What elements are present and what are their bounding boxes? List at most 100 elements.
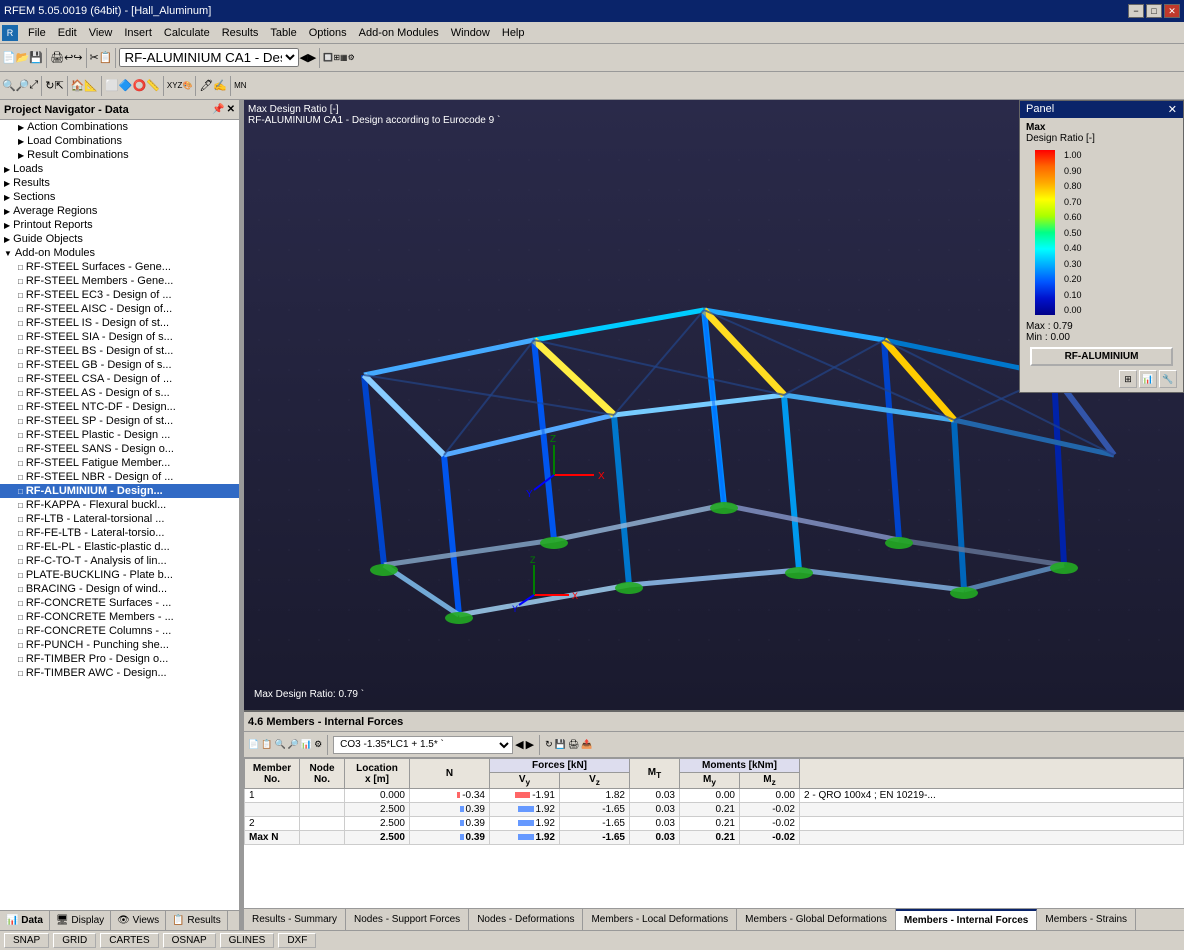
bottom-tab-members---global-deformations[interactable]: Members - Global Deformations: [737, 909, 896, 930]
tree-item-39[interactable]: □RF-TIMBER AWC - Design...: [0, 666, 239, 680]
tb2-btn-5[interactable]: ⇱: [54, 79, 63, 92]
nav-tab----display[interactable]: 🖥 Display: [50, 911, 111, 930]
menu-item-edit[interactable]: Edit: [52, 25, 83, 41]
table-tb-1[interactable]: 📄: [248, 739, 259, 750]
panel-icon-2[interactable]: 📊: [1139, 370, 1157, 388]
table-content[interactable]: MemberNo. NodeNo. Locationx [m] N Forces…: [244, 758, 1184, 908]
tree-item-2[interactable]: ▶Result Combinations: [0, 148, 239, 162]
tb2-btn-6[interactable]: 🏠: [71, 79, 85, 92]
tree-item-18[interactable]: □RF-STEEL CSA - Design of ...: [0, 372, 239, 386]
menu-item-add-on-modules[interactable]: Add-on Modules: [353, 25, 445, 41]
bottom-tab-results---summary[interactable]: Results - Summary: [244, 909, 346, 930]
tree-item-12[interactable]: □RF-STEEL EC3 - Design of ...: [0, 288, 239, 302]
tree-item-17[interactable]: □RF-STEEL GB - Design of s...: [0, 358, 239, 372]
undo-btn[interactable]: ↩: [64, 51, 73, 64]
tree-item-8[interactable]: ▶Guide Objects: [0, 232, 239, 246]
tree-item-38[interactable]: □RF-TIMBER Pro - Design o...: [0, 652, 239, 666]
bottom-tab-nodes---support-forces[interactable]: Nodes - Support Forces: [346, 909, 469, 930]
open-btn[interactable]: 📂: [16, 51, 30, 64]
tree-item-10[interactable]: □RF-STEEL Surfaces - Gene...: [0, 260, 239, 274]
bottom-tab-members---internal-forces[interactable]: Members - Internal Forces: [896, 909, 1037, 930]
tree-item-7[interactable]: ▶Printout Reports: [0, 218, 239, 232]
tree-item-6[interactable]: ▶Average Regions: [0, 204, 239, 218]
tree-item-9[interactable]: ▼Add-on Modules: [0, 246, 239, 260]
menu-item-help[interactable]: Help: [496, 25, 531, 41]
next-btn[interactable]: ▶: [308, 51, 316, 64]
panel-icon-1[interactable]: ⊞: [1119, 370, 1137, 388]
tb2-btn-13[interactable]: 🎨: [182, 81, 192, 90]
tree-item-33[interactable]: □BRACING - Design of wind...: [0, 582, 239, 596]
table-row-1[interactable]: 2.5000.391.92-1.650.030.21-0.02: [245, 803, 1184, 817]
tb2-btn-12[interactable]: XYZ: [167, 81, 183, 90]
tb-btn-7[interactable]: ▦: [340, 53, 348, 62]
nav-tab----data[interactable]: 📊 Data: [0, 911, 50, 930]
table-tb-9[interactable]: 🖨: [568, 739, 579, 750]
maximize-btn[interactable]: □: [1146, 4, 1162, 18]
tb2-btn-17[interactable]: N: [241, 81, 247, 90]
tb2-btn-14[interactable]: 🖊: [199, 79, 213, 92]
tree-item-23[interactable]: □RF-STEEL SANS - Design o...: [0, 442, 239, 456]
tb2-btn-4[interactable]: ↻: [45, 79, 54, 92]
tree-item-35[interactable]: □RF-CONCRETE Members - ...: [0, 610, 239, 624]
menu-item-options[interactable]: Options: [303, 25, 353, 41]
tree-item-29[interactable]: □RF-FE-LTB - Lateral-torsio...: [0, 526, 239, 540]
tree-item-21[interactable]: □RF-STEEL SP - Design of st...: [0, 414, 239, 428]
table-tb-2[interactable]: 📋: [261, 739, 272, 750]
tree-item-5[interactable]: ▶Sections: [0, 190, 239, 204]
new-btn[interactable]: 📄: [2, 51, 16, 64]
menu-item-calculate[interactable]: Calculate: [158, 25, 216, 41]
menu-item-insert[interactable]: Insert: [118, 25, 158, 41]
tree-item-25[interactable]: □RF-STEEL NBR - Design of ...: [0, 470, 239, 484]
bottom-tab-members---local-deformations[interactable]: Members - Local Deformations: [583, 909, 737, 930]
tree-item-4[interactable]: ▶Results: [0, 176, 239, 190]
tb-btn-8[interactable]: ⚙: [348, 53, 355, 62]
status-btn-cartes[interactable]: CARTES: [100, 933, 158, 948]
tb2-btn-11[interactable]: 📏: [146, 79, 160, 92]
tree-item-15[interactable]: □RF-STEEL SIA - Design of s...: [0, 330, 239, 344]
tree-item-28[interactable]: □RF-LTB - Lateral-torsional ...: [0, 512, 239, 526]
panel-icon-3[interactable]: 🔧: [1159, 370, 1177, 388]
table-row-3[interactable]: Max N2.5000.391.92-1.650.030.21-0.02: [245, 831, 1184, 845]
addon-combo[interactable]: RF-ALUMINIUM CA1 - Design accor...: [119, 48, 299, 67]
table-row-0[interactable]: 10.000-0.34-1.911.820.030.000.002 - QRO …: [245, 789, 1184, 803]
close-btn[interactable]: ✕: [1164, 4, 1180, 18]
tb2-btn-1[interactable]: 🔍: [2, 79, 16, 92]
table-tb-5[interactable]: 📊: [301, 739, 312, 750]
tree-item-3[interactable]: ▶Loads: [0, 162, 239, 176]
tb-btn-6[interactable]: ⊞: [333, 53, 340, 62]
table-prev-btn[interactable]: ◀: [515, 738, 523, 751]
tree-item-30[interactable]: □RF-EL-PL - Elastic-plastic d...: [0, 540, 239, 554]
tree-item-26[interactable]: □RF-ALUMINIUM - Design...: [0, 484, 239, 498]
table-tb-6[interactable]: ⚙: [314, 739, 322, 750]
tb-btn-3[interactable]: ✂: [90, 51, 99, 64]
redo-btn[interactable]: ↪: [73, 51, 82, 64]
menu-item-table[interactable]: Table: [264, 25, 302, 41]
tb2-btn-7[interactable]: 📐: [84, 79, 98, 92]
bottom-tab-nodes---deformations[interactable]: Nodes - Deformations: [469, 909, 583, 930]
minimize-btn[interactable]: −: [1128, 4, 1144, 18]
tb2-btn-10[interactable]: ⭕: [132, 79, 146, 92]
co3-combo[interactable]: CO3 -1.35*LC1 + 1.5* `: [333, 736, 513, 754]
tree-item-24[interactable]: □RF-STEEL Fatigue Member...: [0, 456, 239, 470]
tb2-btn-16[interactable]: M: [234, 81, 241, 90]
tree-item-34[interactable]: □RF-CONCRETE Surfaces - ...: [0, 596, 239, 610]
prev-btn[interactable]: ◀: [299, 51, 307, 64]
menu-item-window[interactable]: Window: [445, 25, 496, 41]
save-btn[interactable]: 💾: [29, 51, 43, 64]
status-btn-glines[interactable]: GLINES: [220, 933, 275, 948]
tree-item-16[interactable]: □RF-STEEL BS - Design of st...: [0, 344, 239, 358]
tree-item-20[interactable]: □RF-STEEL NTC-DF - Design...: [0, 400, 239, 414]
table-next-btn[interactable]: ▶: [526, 738, 534, 751]
status-btn-snap[interactable]: SNAP: [4, 933, 49, 948]
menu-item-results[interactable]: Results: [216, 25, 265, 41]
table-tb-8[interactable]: 💾: [555, 739, 566, 750]
table-row-2[interactable]: 22.5000.391.92-1.650.030.21-0.02: [245, 817, 1184, 831]
tree-item-13[interactable]: □RF-STEEL AISC - Design of...: [0, 302, 239, 316]
tree-item-37[interactable]: □RF-PUNCH - Punching she...: [0, 638, 239, 652]
tree-item-14[interactable]: □RF-STEEL IS - Design of st...: [0, 316, 239, 330]
tree-item-36[interactable]: □RF-CONCRETE Columns - ...: [0, 624, 239, 638]
panel-rfal-button[interactable]: RF-ALUMINIUM: [1030, 347, 1173, 366]
status-btn-dxf[interactable]: DXF: [278, 933, 316, 948]
tb2-btn-2[interactable]: 🔎: [16, 79, 30, 92]
nav-pin-btn[interactable]: 📌: [212, 104, 224, 115]
